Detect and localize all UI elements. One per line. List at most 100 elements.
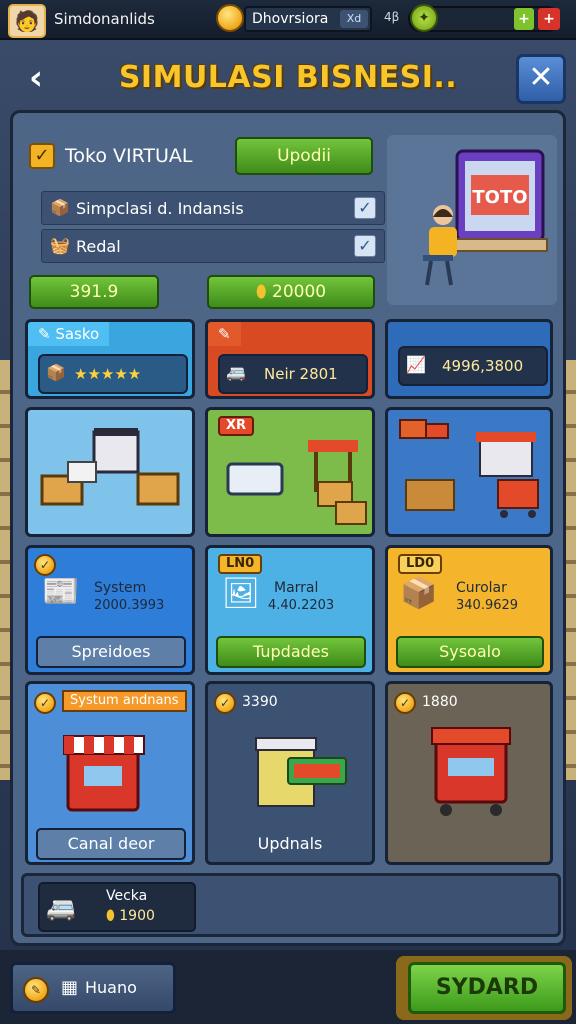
computer-icon: TOTO: [423, 149, 548, 286]
gem-icon: ✦: [410, 4, 438, 32]
card-vehicle[interactable]: ✎ 🚐 Neir 2801: [205, 319, 375, 399]
rating-pill: 📦 ★★★★★: [38, 354, 188, 394]
grid-icon: ▦: [61, 977, 79, 998]
footer-left-label: Huano: [85, 978, 137, 997]
main-panel: ✓ Toko VIRTUAL Upodii 📦 Simpclasi d. Ind…: [10, 110, 566, 946]
option-row-1[interactable]: 📦 Simpclasi d. Indansis ✓: [41, 191, 385, 225]
check-coin-icon-4: ✓: [394, 692, 416, 714]
van-icon: 🚐: [46, 894, 76, 922]
shop-icon: [399, 419, 539, 518]
standard-button[interactable]: SYDARD: [408, 962, 566, 1014]
cube-icon: 📦: [46, 363, 66, 382]
box-icon: 🧺: [50, 236, 70, 255]
screen-text: TOTO: [472, 187, 527, 208]
marral-value: 4.40.2203: [268, 598, 335, 613]
coin-icon: [216, 4, 244, 32]
revenue-pill: 📈 4996,3800: [398, 346, 548, 386]
system-value: 2000.3993: [94, 598, 165, 613]
card-cart[interactable]: ✓ 1880: [385, 681, 553, 865]
option-row-2[interactable]: 🧺 Redal ✓: [41, 229, 385, 263]
card-rating-title: Sasko: [55, 325, 100, 343]
page-title: SIMULASI BISNESI..: [118, 60, 458, 95]
update-button[interactable]: Upodii: [235, 137, 373, 175]
option-checkbox-2[interactable]: ✓: [354, 235, 376, 257]
option-checkbox-1[interactable]: ✓: [354, 197, 376, 219]
market-sign: XR: [218, 416, 255, 436]
check-coin-icon-3: ✓: [214, 692, 236, 714]
card-rating-header: ✎ Sasko: [28, 322, 110, 346]
footer-left-button[interactable]: ✎ ▦ Huano: [10, 962, 176, 1014]
card-warehouse[interactable]: [25, 407, 195, 537]
top-bar: 🧑 Simdonanlids Dhovrsiora Xd 4β ✦ + +: [0, 0, 576, 40]
toko-check-icon: ✓: [29, 143, 55, 169]
card-vehicle-header: ✎: [208, 322, 241, 346]
marral-tag: LN0: [218, 554, 263, 574]
value-right-pill[interactable]: ⬮ 20000: [207, 275, 375, 309]
card-market[interactable]: XR: [205, 407, 375, 537]
stall-button[interactable]: Canal deor: [36, 828, 186, 860]
revenue-value: 4996,3800: [442, 357, 524, 375]
vehicle-pill: 🚐 Neir 2801: [218, 354, 368, 394]
marral-name: Marral: [274, 580, 319, 596]
card-rating[interactable]: ✎ Sasko 📦 ★★★★★: [25, 319, 195, 399]
curolar-value: 340.9629: [456, 598, 519, 613]
curolar-name: Curolar: [456, 580, 507, 596]
coin-icon: ✎: [23, 977, 49, 1003]
curolar-button[interactable]: Sysoalo: [396, 636, 544, 668]
coin-icon: ⬮: [106, 908, 115, 924]
username: Simdonanlids: [54, 10, 155, 28]
add-currency-button[interactable]: +: [538, 8, 560, 30]
kiosk-value: 3390: [242, 694, 278, 710]
kiosk-icon: [255, 737, 347, 807]
chevron-left-icon: ‹: [28, 58, 43, 98]
avatar[interactable]: 🧑: [8, 4, 46, 38]
rating-stars: ★★★★★: [74, 365, 142, 383]
stall-tag: Systum andnans: [62, 690, 187, 712]
close-icon: ✕: [528, 60, 554, 95]
back-button[interactable]: ‹: [16, 58, 56, 98]
card-system[interactable]: ✓ 📰 System 2000.3993 Spreidoes: [25, 545, 195, 675]
currency-box: Dhovrsiora Xd: [244, 6, 372, 32]
stat-small: 4β: [384, 10, 400, 24]
add-gem-button[interactable]: +: [514, 8, 534, 30]
value-right-text: 20000: [272, 282, 327, 302]
picture-icon: 🖼: [222, 576, 261, 611]
vehicle-name: Vecka: [106, 888, 148, 904]
check-coin-icon: ✓: [34, 554, 56, 576]
card-shop[interactable]: [385, 407, 553, 537]
cube-icon: 📦: [50, 198, 70, 217]
card-marral[interactable]: LN0 🖼 Marral 4.40.2203 Tupdades: [205, 545, 375, 675]
currency-label: Dhovrsiora: [252, 11, 329, 27]
warehouse-icon: [40, 428, 180, 506]
stall-icon: [63, 735, 145, 812]
computer-illustration: TOTO: [387, 135, 557, 305]
document-icon: 📰: [42, 574, 80, 609]
card-kiosk[interactable]: ✓ 3390 Updnals: [205, 681, 375, 865]
vehicle-item[interactable]: 🚐 Vecka ⬮ 1900: [38, 882, 196, 932]
van-icon: 🚐: [226, 363, 246, 382]
currency-x: Xd: [340, 10, 368, 28]
parcel-icon: 📦: [400, 576, 438, 611]
vehicle-price-value: 1900: [119, 908, 155, 924]
check-coin-icon-2: ✓: [34, 692, 56, 714]
kiosk-label: Updnals: [257, 834, 323, 853]
card-revenue[interactable]: 📈 4996,3800: [385, 319, 553, 399]
coin-stack-icon: ⬮: [255, 282, 272, 302]
close-button[interactable]: ✕: [516, 54, 566, 104]
value-left-pill[interactable]: 391.9: [29, 275, 159, 309]
cart-value: 1880: [422, 694, 458, 710]
vehicle-value: Neir 2801: [264, 365, 338, 383]
option-label-2: Redal: [76, 237, 121, 256]
system-button[interactable]: Spreidoes: [36, 636, 186, 668]
footer: ✎ ▦ Huano SYDARD: [0, 950, 576, 1024]
option-label-1: Simpclasi d. Indansis: [76, 199, 244, 218]
chart-icon: 📈: [406, 355, 426, 374]
cart-icon: [431, 727, 511, 816]
curolar-tag: LD0: [398, 554, 443, 574]
toko-title: Toko VIRTUAL: [65, 145, 193, 167]
card-curolar[interactable]: LD0 📦 Curolar 340.9629 Sysoalo: [385, 545, 553, 675]
header: ‹ SIMULASI BISNESI.. ✕: [0, 44, 576, 114]
marral-button[interactable]: Tupdades: [216, 636, 366, 668]
card-stall[interactable]: ✓ Systum andnans Canal deor: [25, 681, 195, 865]
toko-section: ✓ Toko VIRTUAL Upodii 📦 Simpclasi d. Ind…: [27, 135, 385, 309]
